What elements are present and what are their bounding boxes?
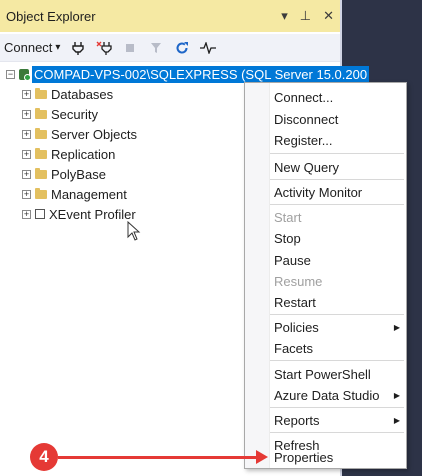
menu-separator — [270, 179, 404, 180]
folder-icon — [35, 147, 47, 159]
menu-item-register[interactable]: Register... — [270, 130, 406, 151]
folder-icon — [35, 87, 47, 99]
menu-item-activity-monitor[interactable]: Activity Monitor — [270, 182, 406, 203]
menu-separator — [270, 432, 404, 433]
menu-item-start-powershell[interactable]: Start PowerShell — [270, 364, 406, 385]
filter-icon[interactable] — [148, 40, 164, 56]
mouse-cursor-icon — [127, 220, 141, 244]
menu-separator — [270, 204, 404, 205]
pin-icon[interactable]: ⊥ — [300, 8, 311, 24]
menu-item-azure-data-studio[interactable]: Azure Data Studio ▶ — [270, 385, 406, 406]
activity-monitor-icon[interactable] — [200, 40, 217, 56]
panel-title: Object Explorer — [6, 8, 96, 24]
annotation-arrow-head-icon — [256, 450, 268, 464]
tree-node-security[interactable]: + Security — [22, 104, 98, 124]
disconnect-icon[interactable] — [96, 40, 113, 56]
tree-node-management[interactable]: + Management — [22, 184, 127, 204]
menu-item-resume: Resume — [274, 274, 323, 289]
menu-item-new-query[interactable]: New Query — [270, 157, 406, 178]
expand-icon[interactable]: + — [22, 169, 31, 179]
menu-item-disconnect[interactable]: Disconnect — [270, 109, 406, 130]
folder-icon — [35, 187, 47, 199]
tree-node-replication[interactable]: + Replication — [22, 144, 115, 164]
folder-icon — [35, 127, 47, 139]
menu-item-restart[interactable]: Restart — [270, 292, 406, 313]
expand-icon[interactable]: + — [22, 209, 31, 219]
menu-item-properties[interactable]: Properties — [270, 447, 406, 468]
menu-item-policies[interactable]: Policies ▶ — [270, 317, 406, 338]
server-icon — [19, 68, 31, 81]
menu-separator — [270, 153, 404, 154]
expand-icon[interactable]: + — [22, 129, 31, 139]
tree-node-databases[interactable]: + Databases — [22, 84, 113, 104]
panel-title-bar: Object Explorer ▾ ⊥ ✕ — [0, 0, 340, 32]
menu-icon-gutter — [245, 83, 270, 468]
tree-node-label: Server Objects — [51, 126, 137, 142]
server-node-label[interactable]: COMPAD-VPS-002\SQLEXPRESS (SQL Server 15… — [32, 65, 370, 83]
tree-node-label: Replication — [51, 146, 116, 162]
submenu-arrow-icon: ▶ — [393, 391, 400, 400]
tree-node-server-objects[interactable]: + Server Objects — [22, 124, 137, 144]
close-icon[interactable]: ✕ — [323, 8, 334, 24]
menu-item-connect[interactable]: Connect... — [270, 87, 406, 108]
tree-node-label: Databases — [51, 86, 114, 102]
expand-icon[interactable]: + — [22, 149, 31, 159]
tree-node-label: XEvent Profiler — [49, 206, 136, 222]
connect-object-explorer-icon[interactable] — [70, 40, 86, 56]
menu-item-label: Reports — [274, 413, 320, 428]
menu-item-facets[interactable]: Facets — [270, 338, 406, 359]
connect-label: Connect — [4, 40, 53, 55]
folder-icon — [35, 107, 47, 119]
menu-item-label: Azure Data Studio — [274, 388, 380, 403]
collapse-icon[interactable]: − — [6, 69, 15, 79]
menu-separator — [270, 314, 404, 315]
menu-item-pause[interactable]: Pause — [270, 250, 406, 271]
step-number-badge: 4 — [30, 443, 58, 471]
connect-button[interactable]: Connect ▾ — [4, 40, 60, 55]
menu-separator — [270, 407, 404, 408]
expand-icon[interactable]: + — [22, 109, 31, 119]
menu-item-start: Start — [274, 210, 302, 225]
tree-node-polybase[interactable]: + PolyBase — [22, 164, 106, 184]
tree-root-server[interactable]: − COMPAD-VPS-002\SQLEXPRESS (SQL Server … — [6, 64, 370, 84]
menu-item-reports[interactable]: Reports ▶ — [270, 410, 406, 431]
refresh-icon[interactable] — [174, 40, 190, 56]
server-context-menu: Connect... Disconnect Register... New Qu… — [244, 82, 407, 469]
tree-node-label: Management — [51, 186, 127, 202]
tree-node-label: PolyBase — [51, 166, 106, 182]
menu-item-stop[interactable]: Stop — [270, 228, 406, 249]
chevron-down-icon: ▾ — [55, 42, 61, 53]
folder-icon — [35, 167, 47, 179]
menu-separator — [270, 360, 404, 361]
tree-node-xevent-profiler[interactable]: + XEvent Profiler — [22, 204, 136, 224]
menu-item-label: Policies — [274, 320, 319, 335]
expand-icon[interactable]: + — [22, 89, 31, 99]
expand-icon[interactable]: + — [22, 189, 31, 199]
stop-icon[interactable] — [122, 40, 138, 56]
tree-node-label: Security — [51, 106, 98, 122]
xevent-icon — [35, 209, 45, 219]
submenu-arrow-icon: ▶ — [393, 416, 400, 425]
window-position-dropdown-icon[interactable]: ▾ — [281, 8, 288, 24]
object-explorer-toolbar: Connect ▾ — [0, 34, 340, 62]
submenu-arrow-icon: ▶ — [393, 323, 400, 332]
annotation-arrow-line — [58, 456, 258, 459]
